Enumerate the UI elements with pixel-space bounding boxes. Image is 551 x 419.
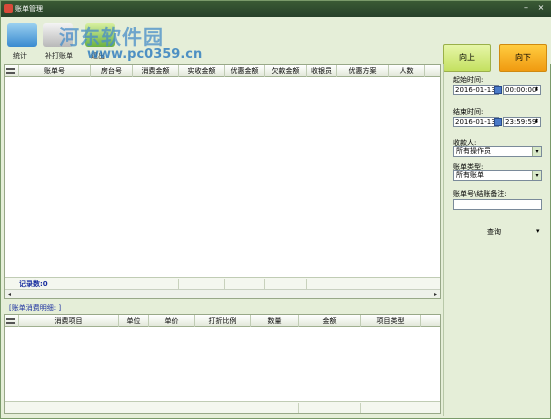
col-room-no[interactable]: 房台号 xyxy=(91,65,133,77)
col-item[interactable]: 消费项目 xyxy=(19,315,119,327)
col-bill-no[interactable]: 账单号 xyxy=(19,65,91,77)
start-time-value: 00:00:00 xyxy=(505,86,537,94)
footer-cell xyxy=(299,403,361,413)
app-icon xyxy=(4,4,13,13)
col-unit[interactable]: 单位 xyxy=(119,315,149,327)
calendar-icon[interactable] xyxy=(494,86,502,94)
row-selector-icon xyxy=(5,315,19,327)
start-time-label: 起始时间: xyxy=(453,76,484,84)
col-cashier[interactable]: 收银员 xyxy=(307,65,337,77)
end-time-value: 23:59:59 xyxy=(505,118,537,126)
query-button[interactable]: 查询 xyxy=(487,227,501,237)
col-item-type[interactable]: 项目类型 xyxy=(361,315,421,327)
col-quantity[interactable]: 数量 xyxy=(251,315,299,327)
next-button[interactable]: 向下 xyxy=(499,44,547,72)
spin-icon[interactable]: ⬍ xyxy=(534,86,539,94)
prev-button[interactable]: 向上 xyxy=(443,44,491,72)
close-button[interactable]: × xyxy=(536,3,546,13)
footer-cell xyxy=(133,279,179,289)
watermark-logo-text: 河东软件园 xyxy=(59,25,164,49)
start-date-field[interactable]: 2016-01-13 xyxy=(453,85,499,95)
col-discount-amount[interactable]: 优惠金额 xyxy=(225,65,265,77)
bill-grid[interactable]: 账单号 房台号 消费金额 实收金额 优惠金额 欠款金额 收银员 优惠方案 人数 … xyxy=(4,64,441,299)
title-bar[interactable]: 账单管理 – × xyxy=(1,1,551,17)
panel-divider xyxy=(443,64,444,416)
cashier-select[interactable]: 所有操作员 ▾ xyxy=(453,146,542,157)
toolbar-reprint-label[interactable]: 补打账单 xyxy=(45,51,73,61)
footer-cell xyxy=(179,279,225,289)
scroll-left-icon[interactable]: ◂ xyxy=(5,290,14,299)
col-discount-plan[interactable]: 优惠方案 xyxy=(337,65,389,77)
detail-grid-footer xyxy=(5,401,440,413)
window-title: 账单管理 xyxy=(15,5,43,13)
row-selector-icon xyxy=(5,65,19,77)
bill-grid-footer: 记录数:0 xyxy=(5,277,440,289)
start-time-field[interactable]: 00:00:00 ⬍ xyxy=(503,85,541,95)
detail-grid[interactable]: 消费项目 单位 单价 打折比例 数量 金额 项目类型 xyxy=(4,314,441,414)
note-label: 账单号\结账备注: xyxy=(453,190,507,198)
chevron-down-icon[interactable]: ▾ xyxy=(532,147,541,156)
note-input[interactable] xyxy=(453,199,542,210)
bill-type-select[interactable]: 所有账单 ▾ xyxy=(453,170,542,181)
col-received-amount[interactable]: 实收金额 xyxy=(179,65,225,77)
col-consume-amount[interactable]: 消费金额 xyxy=(133,65,179,77)
cashier-value: 所有操作员 xyxy=(456,147,491,155)
footer-cell xyxy=(265,279,307,289)
watermark-url: www.pc0359.cn xyxy=(87,47,203,62)
chart-icon[interactable] xyxy=(7,23,37,47)
chevron-down-icon[interactable]: ▾ xyxy=(532,171,541,180)
query-dropdown-icon[interactable]: ▾ xyxy=(536,227,540,235)
scroll-right-icon[interactable]: ▸ xyxy=(431,290,440,299)
footer-cell xyxy=(251,403,299,413)
toolbar: 统计 补打账单 退出 河东软件园 www.pc0359.cn 向上 向下 xyxy=(1,17,551,72)
minimize-button[interactable]: – xyxy=(521,3,531,13)
calendar-icon[interactable] xyxy=(494,118,502,126)
bill-grid-hscrollbar[interactable]: ◂ ▸ xyxy=(5,289,440,298)
end-date-field[interactable]: 2016-01-13 xyxy=(453,117,499,127)
col-people[interactable]: 人数 xyxy=(389,65,425,77)
bill-management-window: 账单管理 – × 统计 补打账单 退出 河东软件园 www.pc0359.cn … xyxy=(0,0,551,419)
detail-grid-header: 消费项目 单位 单价 打折比例 数量 金额 项目类型 xyxy=(5,315,440,327)
end-time-field[interactable]: 23:59:59 ⬍ xyxy=(503,117,541,127)
bill-grid-header: 账单号 房台号 消费金额 实收金额 优惠金额 欠款金额 收银员 优惠方案 人数 xyxy=(5,65,440,77)
record-count: 记录数:0 xyxy=(19,280,48,288)
bill-type-value: 所有账单 xyxy=(456,171,484,179)
footer-cell xyxy=(225,279,265,289)
col-price[interactable]: 单价 xyxy=(149,315,195,327)
end-time-label: 结束时间: xyxy=(453,108,484,116)
col-amount[interactable]: 金额 xyxy=(299,315,361,327)
detail-section-label: [账单消费明细: ] xyxy=(9,304,62,312)
toolbar-stats-label[interactable]: 统计 xyxy=(13,51,27,61)
spin-icon[interactable]: ⬍ xyxy=(534,118,539,126)
col-debt-amount[interactable]: 欠款金额 xyxy=(265,65,307,77)
col-discount-rate[interactable]: 打折比例 xyxy=(195,315,251,327)
